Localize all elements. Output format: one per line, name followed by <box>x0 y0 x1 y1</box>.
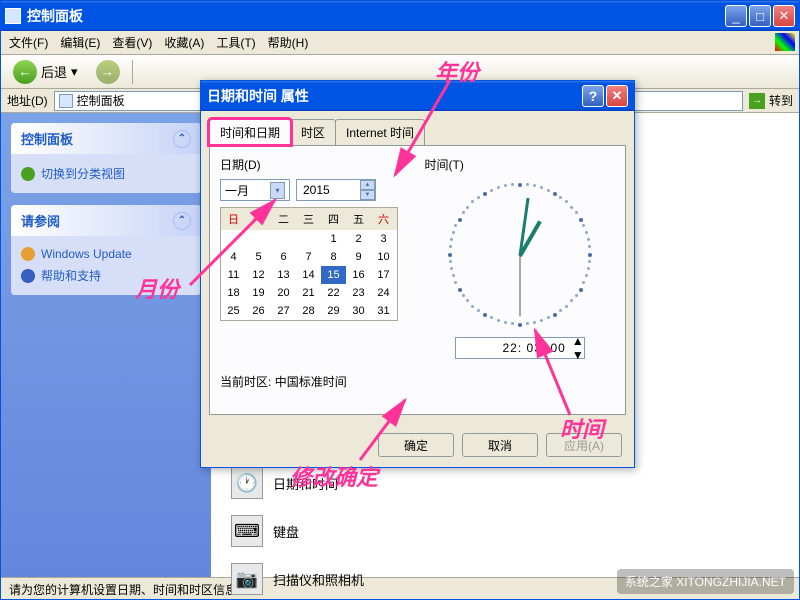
annotation-arrows <box>0 0 800 600</box>
watermark: 系统之家 XITONGZHIJIA.NET <box>617 569 794 594</box>
